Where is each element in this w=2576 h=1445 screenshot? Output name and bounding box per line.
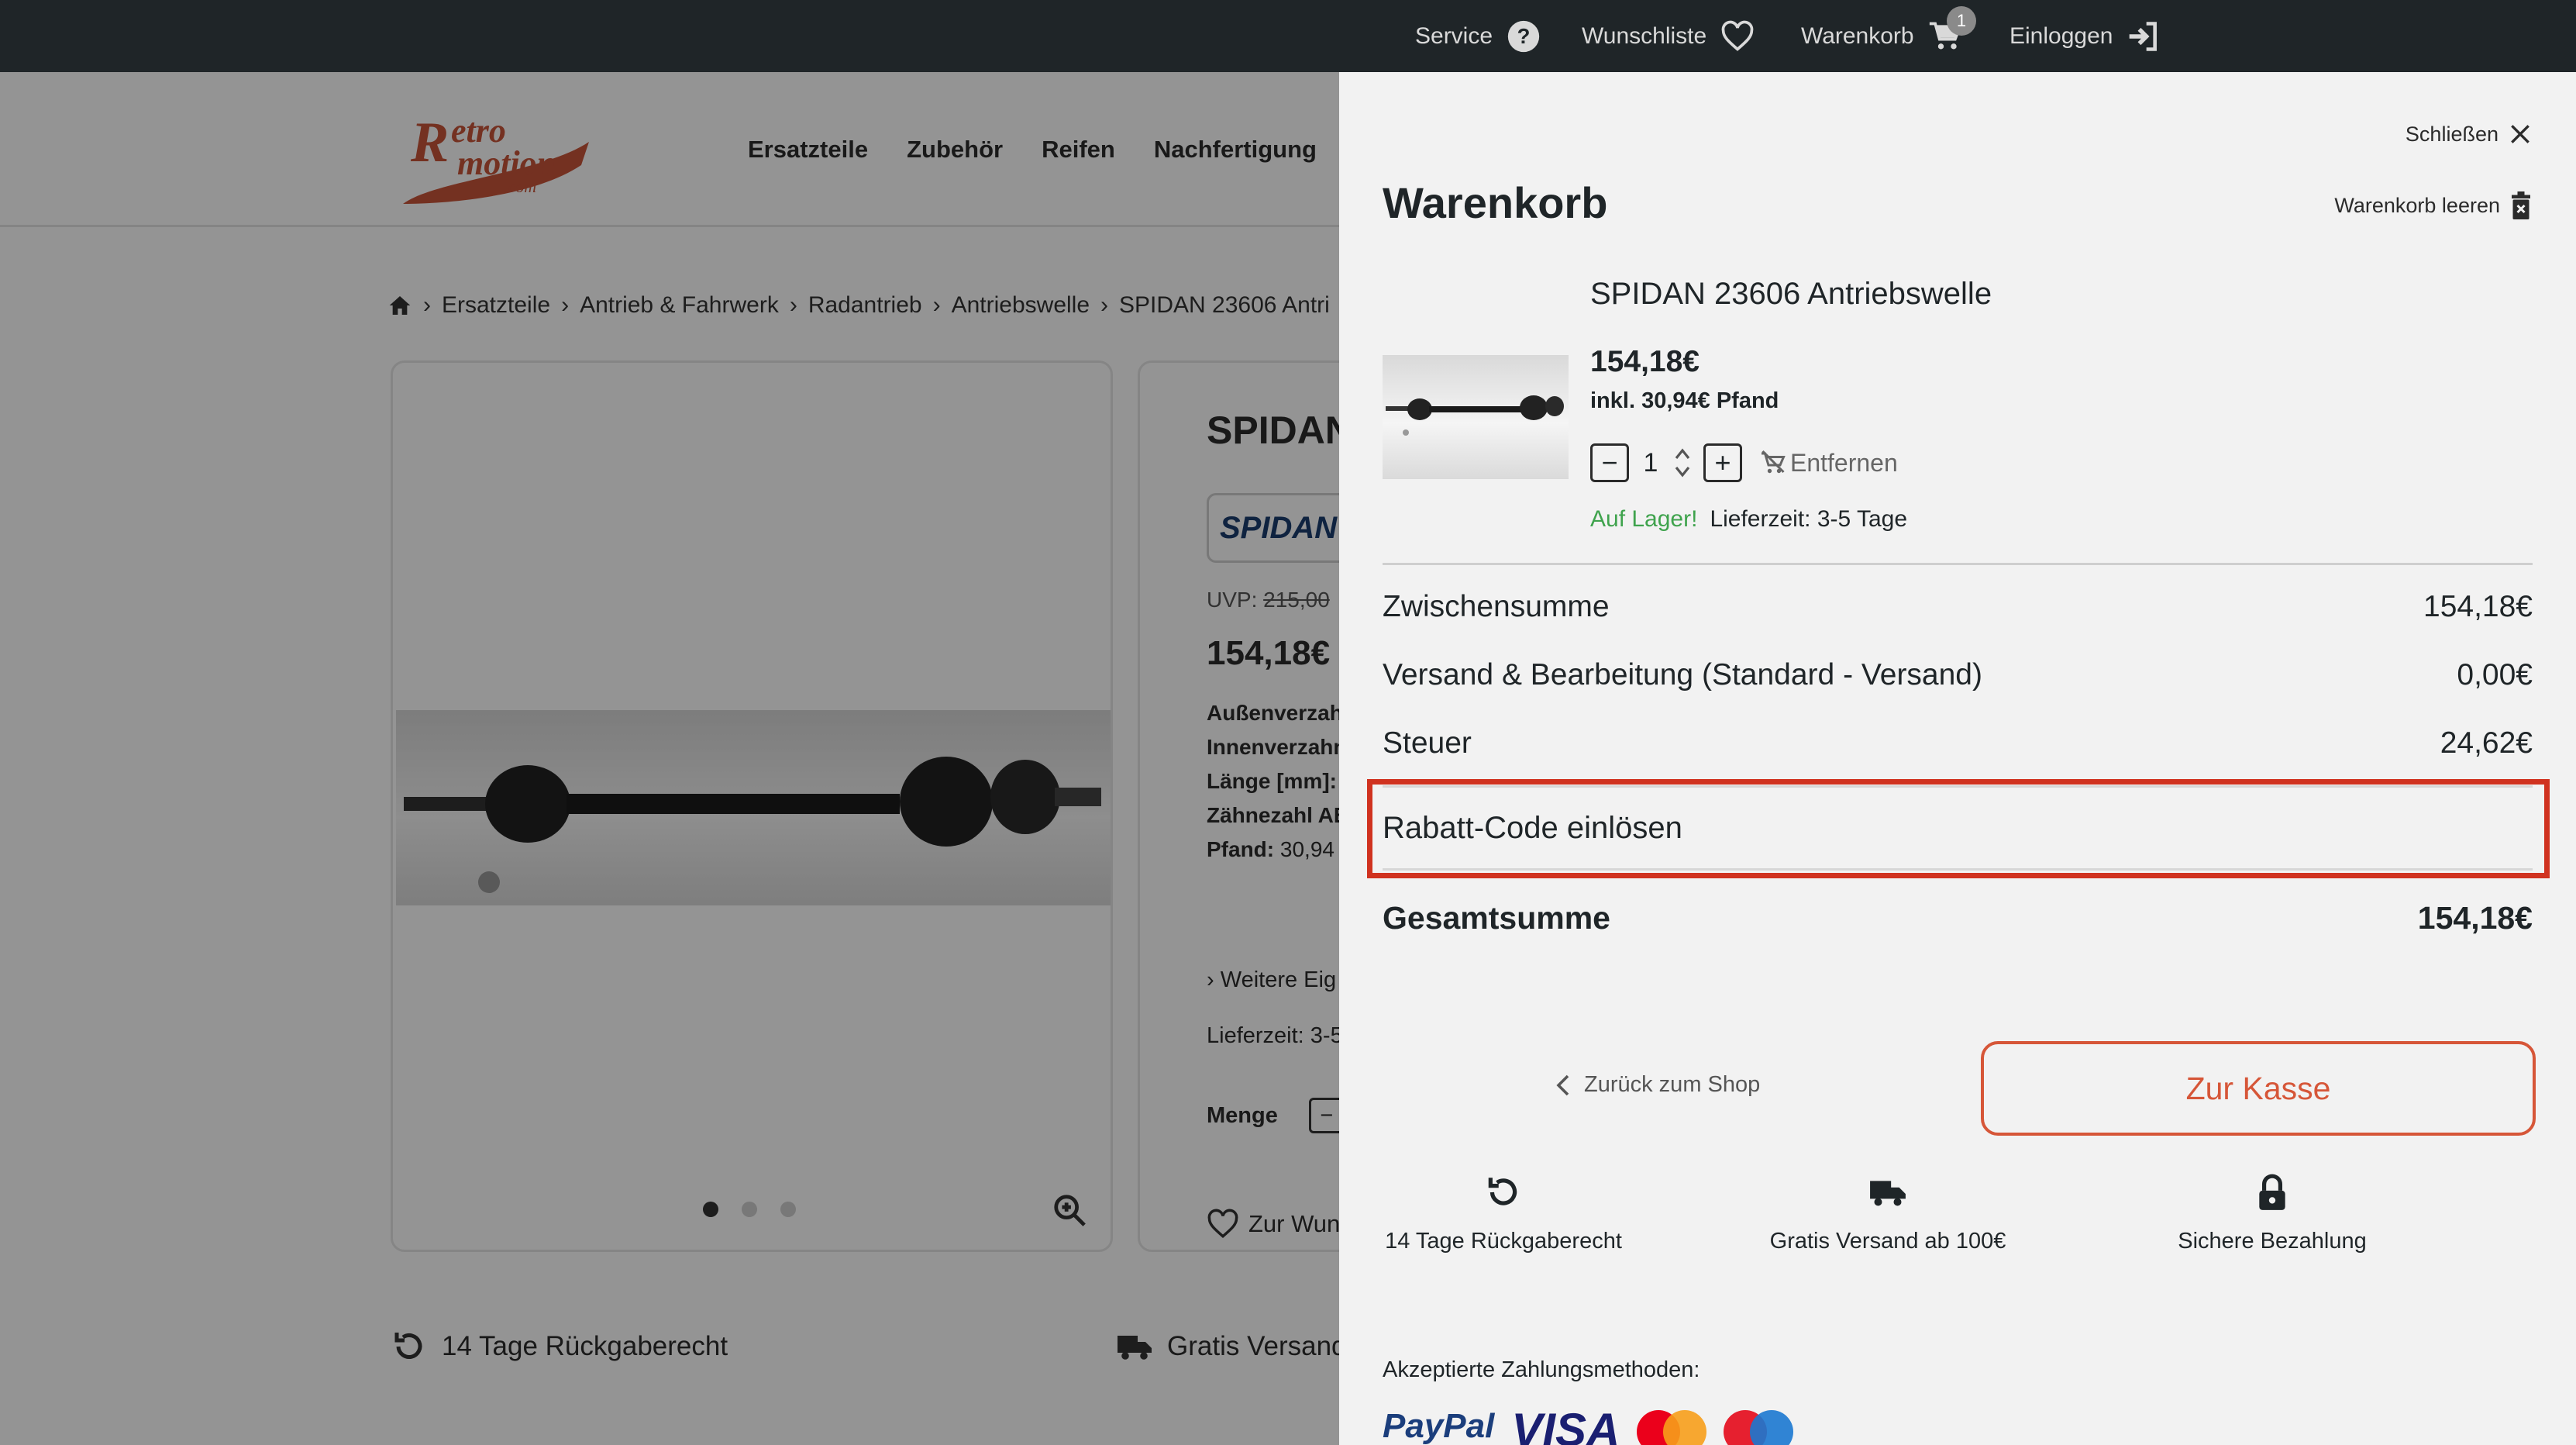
tax-row: Steuer 24,62€ xyxy=(1383,726,2533,760)
service-label: Service xyxy=(1415,22,1493,49)
tax-label: Steuer xyxy=(1383,726,1472,760)
usp-secure-payment: Sichere Bezahlung xyxy=(2109,1173,2435,1254)
cart-link[interactable]: Warenkorb xyxy=(1801,0,1962,72)
clear-cart-button[interactable]: Warenkorb leeren xyxy=(2334,191,2533,219)
back-label: Zurück zum Shop xyxy=(1584,1072,1761,1097)
divider xyxy=(1383,563,2533,565)
login-link[interactable]: Einloggen xyxy=(2009,0,2161,72)
total-value: 154,18€ xyxy=(2417,900,2533,936)
paypal-logo: PayPal xyxy=(1383,1407,1495,1445)
close-button[interactable]: Schließen xyxy=(2406,122,2533,147)
usp-shipping-label: Gratis Versand ab 100€ xyxy=(1769,1229,2006,1254)
service-link[interactable]: Service ? xyxy=(1415,0,1541,72)
chevron-left-icon xyxy=(1556,1074,1569,1095)
truck-icon xyxy=(1870,1181,1906,1206)
question-circle-icon: ? xyxy=(1507,20,1540,52)
shipping-row: Versand & Bearbeitung (Standard - Versan… xyxy=(1383,658,2533,692)
trash-icon xyxy=(2512,191,2530,219)
clear-cart-label: Warenkorb leeren xyxy=(2334,193,2500,217)
cart-drawer: Schließen Warenkorb Warenkorb leeren SPI… xyxy=(1339,72,2576,1445)
increase-quantity-button[interactable]: + xyxy=(1703,443,1742,482)
payment-logos: PayPal VISA xyxy=(1383,1407,1794,1445)
usp-shipping: Gratis Versand ab 100€ xyxy=(1725,1173,2051,1254)
total-label: Gesamtsumme xyxy=(1383,900,1610,936)
shipping-value: 0,00€ xyxy=(2457,658,2533,691)
tax-value: 24,62€ xyxy=(2440,726,2533,760)
decrease-quantity-button[interactable]: − xyxy=(1590,443,1629,482)
drive-shaft-thumbnail xyxy=(1386,395,1564,436)
usp-secure-label: Sichere Bezahlung xyxy=(2178,1229,2367,1254)
spinner-arrows-icon[interactable] xyxy=(1672,446,1693,480)
subtotal-value: 154,18€ xyxy=(2423,590,2533,623)
delivery-time-label: Lieferzeit: 3-5 Tage xyxy=(1710,506,1908,532)
top-bar: Service ? Wunschliste Warenkorb 1 Einlog… xyxy=(0,0,2576,72)
modal-backdrop[interactable] xyxy=(0,72,1339,1445)
close-label: Schließen xyxy=(2405,122,2499,146)
drawer-title: Warenkorb xyxy=(1383,178,1608,227)
total-row: Gesamtsumme 154,18€ xyxy=(1383,900,2533,936)
cart-count-badge: 1 xyxy=(1947,6,1976,36)
usp-return: 14 Tage Rückgaberecht xyxy=(1341,1173,1666,1254)
cart-item-price: 154,18€ xyxy=(1590,345,1700,378)
lock-icon xyxy=(2259,1174,2285,1210)
back-to-shop-link[interactable]: Zurück zum Shop xyxy=(1553,1072,1760,1098)
subtotal-label: Zwischensumme xyxy=(1383,590,1610,623)
visa-logo: VISA xyxy=(1511,1407,1620,1445)
remove-label: Entfernen xyxy=(1790,448,1898,477)
login-label: Einloggen xyxy=(2009,22,2113,49)
cart-item-deposit: inkl. 30,94€ Pfand xyxy=(1590,388,1779,413)
refresh-icon xyxy=(1488,1178,1517,1205)
cart-item-name[interactable]: SPIDAN 23606 Antriebswelle xyxy=(1590,277,1992,312)
heart-icon xyxy=(1721,20,1754,51)
quantity-stepper: − 1 + Entfernen xyxy=(1590,443,1898,483)
payment-methods-label: Akzeptierte Zahlungsmethoden: xyxy=(1383,1357,1700,1382)
remove-item-button[interactable]: Entfernen xyxy=(1759,449,1898,478)
close-icon xyxy=(2511,125,2530,143)
wishlist-label: Wunschliste xyxy=(1582,22,1707,49)
subtotal-row: Zwischensumme 154,18€ xyxy=(1383,590,2533,624)
shipping-label: Versand & Bearbeitung (Standard - Versan… xyxy=(1383,658,1982,691)
usp-return-label: 14 Tage Rückgaberecht xyxy=(1385,1229,1622,1254)
coupon-code-toggle[interactable]: Rabatt-Code einlösen xyxy=(1383,785,2533,871)
cart-remove-icon xyxy=(1762,450,1786,474)
svg-text:?: ? xyxy=(1517,24,1531,48)
maestro-logo xyxy=(1724,1407,1794,1445)
cart-item-image[interactable] xyxy=(1383,355,1569,479)
in-stock-label: Auf Lager! xyxy=(1590,506,1698,532)
quantity-input[interactable]: 1 xyxy=(1629,448,1672,478)
stock-status: Auf Lager! Lieferzeit: 3-5 Tage xyxy=(1590,506,1907,533)
mastercard-logo xyxy=(1637,1407,1707,1445)
cart-label: Warenkorb xyxy=(1801,22,1914,49)
wishlist-link[interactable]: Wunschliste xyxy=(1582,0,1755,72)
checkout-button[interactable]: Zur Kasse xyxy=(1981,1041,2536,1136)
sign-in-icon xyxy=(2130,21,2158,51)
